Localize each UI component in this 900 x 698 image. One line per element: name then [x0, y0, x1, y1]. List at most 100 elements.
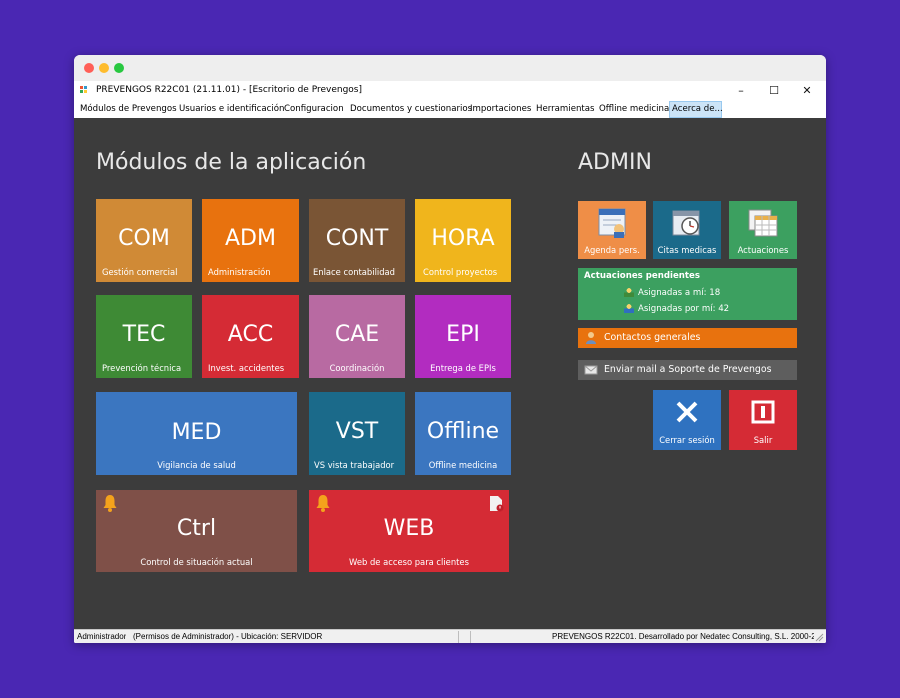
spreadsheet-icon: [748, 209, 778, 237]
mac-title-bar: [74, 55, 826, 81]
tile-acc-label: Invest. accidentes: [208, 363, 285, 373]
citas-medicas-label: Citas medicas: [657, 245, 717, 255]
agenda-button[interactable]: Agenda pers.: [578, 201, 646, 259]
salir-label: Salir: [753, 435, 773, 445]
tile-cae[interactable]: CAE Coordinación: [309, 295, 405, 378]
bell-icon: [316, 495, 330, 512]
menu-acerca-de[interactable]: Acerca de...: [669, 101, 723, 118]
modules-heading: Módulos de la aplicación: [96, 150, 367, 175]
tile-med[interactable]: MED Vigilancia de salud: [96, 392, 297, 475]
tile-cont-label: Enlace contabilidad: [313, 267, 395, 277]
tile-tec-label: Prevención técnica: [102, 363, 182, 373]
maximize-button[interactable]: ☐: [764, 83, 784, 99]
minimize-button[interactable]: –: [731, 83, 751, 99]
window-title: PREVENGOS R22C01 (21.11.01) - [Escritori…: [96, 85, 362, 95]
tile-offline[interactable]: Offline Offline medicina: [415, 392, 511, 475]
mac-minimize-button[interactable]: [99, 63, 109, 73]
status-user: Administrador: [77, 632, 127, 641]
document-alert-icon: [490, 496, 504, 512]
app-window: PREVENGOS R22C01 (21.11.01) - [Escritori…: [74, 81, 826, 643]
menu-documentos[interactable]: Documentos y cuestionarios: [348, 101, 474, 118]
menu-usuarios[interactable]: Usuarios e identificación: [177, 101, 286, 118]
assigned-to-me-row[interactable]: Asignadas a mí: 18: [624, 287, 720, 298]
enviar-mail-button[interactable]: Enviar mail a Soporte de Prevengos: [578, 360, 797, 380]
assigned-by-me-label: Asignadas por mí: 42: [638, 304, 730, 314]
menu-importaciones[interactable]: Importaciones: [468, 101, 533, 118]
user-icon: [624, 287, 634, 297]
close-x-icon: [676, 401, 698, 423]
status-permissions: (Permisos de Administrador) - Ubicación:…: [133, 631, 459, 643]
admin-heading: ADMIN: [578, 150, 652, 175]
tile-vst-label: VS vista trabajador: [314, 460, 395, 470]
tile-vst[interactable]: VST VS vista trabajador: [309, 392, 405, 475]
menu-bar: Módulos de Prevengos Usuarios e identifi…: [74, 101, 826, 118]
enviar-mail-label: Enviar mail a Soporte de Prevengos: [604, 364, 772, 375]
status-bar: Administrador (Permisos de Administrador…: [74, 629, 826, 643]
actuaciones-label: Actuaciones: [737, 245, 789, 255]
pending-title: Actuaciones pendientes: [584, 271, 700, 281]
tile-tec[interactable]: TEC Prevención técnica: [96, 295, 192, 378]
mac-window-frame: PREVENGOS R22C01 (21.11.01) - [Escritori…: [74, 55, 826, 643]
agenda-label: Agenda pers.: [584, 245, 640, 255]
tile-med-code: MED: [171, 420, 222, 445]
tile-hora-label: Control proyectos: [423, 267, 498, 277]
tile-cont[interactable]: CONT Enlace contabilidad: [309, 199, 405, 282]
tile-ctrl[interactable]: Ctrl Control de situación actual: [96, 490, 297, 572]
tile-adm[interactable]: ADM Administración: [202, 199, 299, 282]
tile-web-label: Web de acceso para clientes: [349, 557, 469, 567]
cerrar-sesion-button[interactable]: Cerrar sesión: [653, 390, 721, 450]
tile-cae-code: CAE: [334, 322, 380, 347]
assigned-by-me-row[interactable]: Asignadas por mí: 42: [624, 303, 729, 314]
tile-web-code: WEB: [383, 516, 435, 541]
status-credits: PREVENGOS R22C01. Desarrollado por Nedat…: [552, 632, 814, 641]
window-title-bar: PREVENGOS R22C01 (21.11.01) - [Escritori…: [74, 81, 826, 101]
tile-acc-code: ACC: [227, 322, 274, 347]
tile-hora-code: HORA: [431, 226, 495, 251]
tile-com-label: Gestión comercial: [102, 267, 178, 277]
tile-cont-code: CONT: [325, 226, 389, 251]
mac-zoom-button[interactable]: [114, 63, 124, 73]
tile-offline-label: Offline medicina: [428, 460, 498, 470]
tile-epi-label: Entrega de EPIs: [430, 363, 496, 373]
mail-icon: [584, 365, 598, 375]
tile-ctrl-code: Ctrl: [176, 516, 217, 541]
menu-modulos[interactable]: Módulos de Prevengos: [78, 101, 179, 118]
pending-actions-panel[interactable]: Actuaciones pendientes Asignadas a mí: 1…: [578, 268, 797, 320]
status-empty-panel: [459, 631, 471, 643]
desktop-area: Módulos de la aplicación COM Gestión com…: [74, 118, 826, 629]
tile-tec-code: TEC: [122, 322, 166, 347]
contact-icon: [586, 332, 596, 344]
tile-cae-label: Coordinación: [329, 363, 385, 373]
tile-hora[interactable]: HORA Control proyectos: [415, 199, 511, 282]
contactos-generales-label: Contactos generales: [604, 332, 701, 343]
menu-offline-medicina[interactable]: Offline medicina: [597, 101, 671, 118]
cerrar-sesion-label: Cerrar sesión: [659, 435, 715, 445]
salir-button[interactable]: Salir: [729, 390, 797, 450]
close-button[interactable]: ✕: [797, 83, 817, 99]
mac-close-button[interactable]: [84, 63, 94, 73]
tile-web[interactable]: WEB Web de acceso para clientes: [309, 490, 509, 572]
tile-com[interactable]: COM Gestión comercial: [96, 199, 192, 282]
bell-icon: [103, 495, 117, 512]
agenda-icon: [598, 208, 626, 238]
menu-herramientas[interactable]: Herramientas: [534, 101, 597, 118]
tile-acc[interactable]: ACC Invest. accidentes: [202, 295, 299, 378]
tile-adm-label: Administración: [208, 267, 271, 277]
user-icon: [624, 303, 634, 313]
resize-grip-icon[interactable]: [814, 632, 824, 642]
tile-com-code: COM: [118, 226, 170, 251]
exit-door-icon: [751, 400, 775, 424]
contactos-generales-button[interactable]: Contactos generales: [578, 328, 797, 348]
menu-configuracion[interactable]: Configuracion: [282, 101, 346, 118]
tile-ctrl-label: Control de situación actual: [140, 557, 253, 567]
tile-offline-code: Offline: [426, 419, 500, 444]
calendar-clock-icon: [672, 210, 700, 236]
citas-medicas-button[interactable]: Citas medicas: [653, 201, 721, 259]
tile-med-label: Vigilancia de salud: [157, 460, 236, 470]
actuaciones-button[interactable]: Actuaciones: [729, 201, 797, 259]
tile-epi-code: EPI: [446, 322, 480, 347]
tile-vst-code: VST: [335, 419, 379, 444]
tile-adm-code: ADM: [225, 226, 276, 251]
assigned-to-me-label: Asignadas a mí: 18: [638, 288, 721, 298]
tile-epi[interactable]: EPI Entrega de EPIs: [415, 295, 511, 378]
